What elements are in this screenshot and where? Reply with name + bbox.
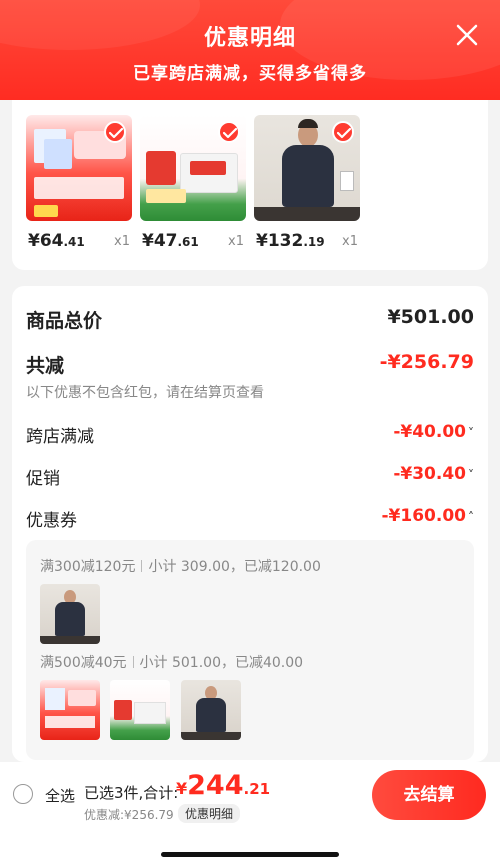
coupon-product-thumb bbox=[181, 680, 241, 740]
product-price-row: ¥64.41 x1 bbox=[26, 231, 146, 251]
total-price-row: 商品总价 ¥501.00 bbox=[26, 306, 474, 333]
page-title: 优惠明细 bbox=[203, 26, 296, 51]
discount-label: 优惠券 bbox=[26, 511, 77, 531]
coupon-product-thumb bbox=[40, 584, 100, 644]
selected-count-label: 已选3件,合计: bbox=[84, 784, 179, 802]
coupon-product-thumb bbox=[40, 680, 100, 740]
product-item[interactable]: ¥47.61 x1 bbox=[140, 115, 246, 251]
discount-value: -¥160.00 ˄ bbox=[381, 506, 475, 526]
total-reduction-label: 共减 bbox=[26, 355, 65, 377]
cross-store-discount-row[interactable]: 跨店满减 -¥40.00 ˅ bbox=[26, 422, 474, 447]
coupon-product-thumb bbox=[110, 680, 170, 740]
discount-detail-header: 优惠明细 已享跨店满减，买得多省得多 bbox=[0, 0, 500, 100]
close-icon[interactable] bbox=[452, 20, 482, 50]
product-quantity: x1 bbox=[114, 234, 130, 249]
product-price: ¥47.61 bbox=[142, 231, 199, 251]
product-price: ¥132.19 bbox=[256, 231, 325, 251]
home-indicator bbox=[161, 852, 339, 857]
price-summary-card: 商品总价 ¥501.00 共减 -¥256.79 以下优惠不包含红包，请在结算页… bbox=[12, 286, 488, 762]
product-quantity: x1 bbox=[342, 234, 358, 249]
product-price: ¥64.41 bbox=[28, 231, 85, 251]
selected-check-icon bbox=[104, 121, 126, 143]
discount-label: 促销 bbox=[26, 469, 60, 489]
coupon-rule: 满300减120元 bbox=[40, 559, 136, 575]
coupon-rule-line: 满500减40元 小计 501.00，已减40.00 bbox=[40, 652, 303, 672]
total-price-value: ¥501.00 bbox=[387, 306, 474, 328]
select-all-radio[interactable] bbox=[13, 784, 33, 804]
total-reduction-value: -¥256.79 bbox=[379, 351, 474, 373]
coupon-subtotal: 小计 501.00，已减40.00 bbox=[139, 655, 304, 671]
select-all-label[interactable]: 全选 bbox=[45, 785, 75, 806]
chevron-down-icon: ˅ bbox=[468, 468, 474, 482]
discount-value: -¥30.40 ˅ bbox=[393, 464, 474, 484]
product-list-card: ¥64.41 x1 ¥47.61 x1 ¥132.19 x1 bbox=[12, 100, 488, 270]
product-price-row: ¥132.19 x1 bbox=[254, 231, 374, 251]
chevron-up-icon: ˄ bbox=[468, 510, 474, 524]
chevron-down-icon: ˅ bbox=[468, 426, 474, 440]
discount-detail-button[interactable]: 优惠明细 bbox=[178, 804, 241, 823]
product-price-row: ¥47.61 x1 bbox=[140, 231, 260, 251]
reduction-note: 以下优惠不包含红包，请在结算页查看 bbox=[26, 385, 264, 401]
product-item[interactable]: ¥132.19 x1 bbox=[254, 115, 360, 251]
coupon-rule-line: 满300减120元 小计 309.00，已减120.00 bbox=[40, 556, 321, 576]
selected-check-icon bbox=[218, 121, 240, 143]
coupon-rule: 满500减40元 bbox=[40, 655, 127, 671]
discount-amount: 优惠减:¥256.79 bbox=[84, 808, 174, 822]
total-amount: ¥244.21 bbox=[176, 770, 271, 801]
total-reduction-row: 共减 -¥256.79 bbox=[26, 351, 474, 378]
discount-value: -¥40.00 ˅ bbox=[393, 422, 474, 442]
coupon-discount-row[interactable]: 优惠券 -¥160.00 ˄ bbox=[26, 506, 474, 531]
promotion-discount-row[interactable]: 促销 -¥30.40 ˅ bbox=[26, 464, 474, 489]
coupon-detail-box: 满300减120元 小计 309.00，已减120.00 满500减40元 小计 5… bbox=[26, 540, 474, 760]
product-item[interactable]: ¥64.41 x1 bbox=[26, 115, 132, 251]
checkout-button[interactable]: 去结算 bbox=[372, 770, 486, 820]
total-price-label: 商品总价 bbox=[26, 310, 103, 332]
discount-label: 跨店满减 bbox=[26, 427, 94, 447]
selected-check-icon bbox=[332, 121, 354, 143]
coupon-subtotal: 小计 309.00，已减120.00 bbox=[148, 559, 321, 575]
page-subtitle: 已享跨店满减，买得多省得多 bbox=[133, 64, 367, 84]
product-quantity: x1 bbox=[228, 234, 244, 249]
